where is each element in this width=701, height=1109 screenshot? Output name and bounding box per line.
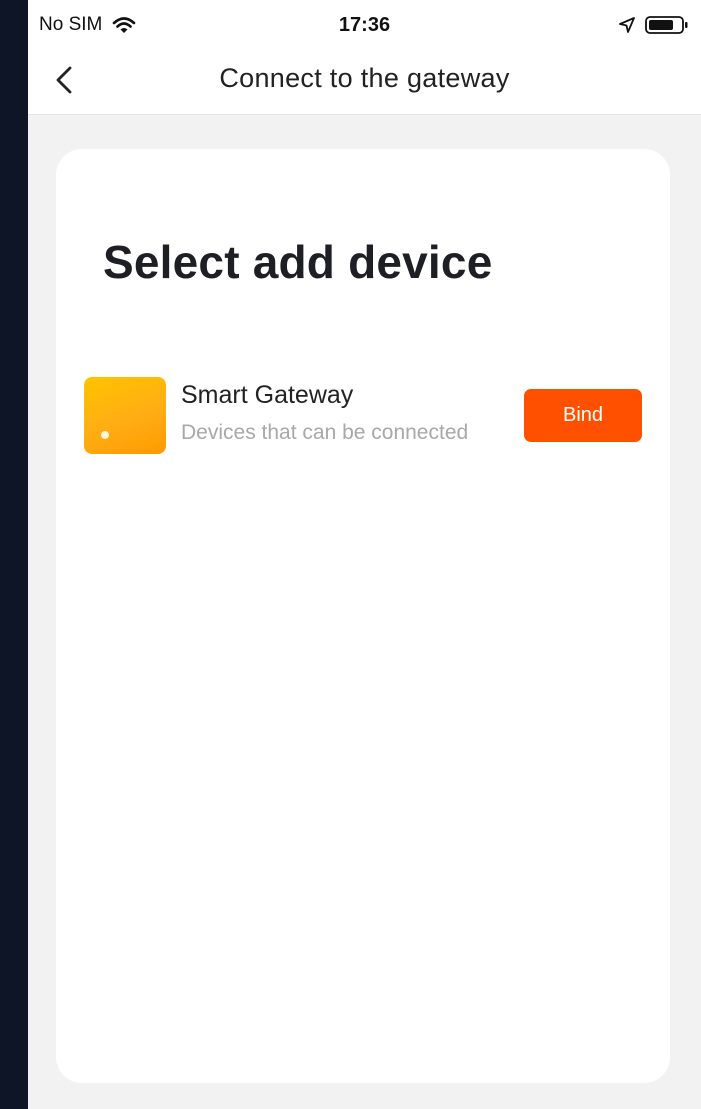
gateway-indicator-dot bbox=[101, 431, 109, 439]
device-subtitle: Devices that can be connected bbox=[181, 421, 469, 444]
status-right-icons bbox=[619, 15, 689, 35]
phone-screen: No SIM 17:36 Connect to the gateway Sele… bbox=[28, 0, 701, 1109]
device-card: Select add device Smart Gateway Devices … bbox=[56, 149, 670, 1083]
location-arrow-icon bbox=[619, 17, 635, 33]
card-heading: Select add device bbox=[103, 236, 493, 288]
page-title: Connect to the gateway bbox=[219, 63, 510, 93]
device-thumbnail bbox=[84, 377, 166, 454]
status-bar: No SIM 17:36 bbox=[28, 0, 701, 50]
battery-icon bbox=[645, 16, 688, 34]
bind-button[interactable]: Bind bbox=[524, 389, 642, 442]
status-time: 17:36 bbox=[338, 14, 391, 36]
navigation-bar: Connect to the gateway bbox=[28, 50, 701, 115]
device-name: Smart Gateway bbox=[181, 381, 354, 409]
device-list-item: Smart Gateway Devices that can be connec… bbox=[84, 377, 642, 455]
